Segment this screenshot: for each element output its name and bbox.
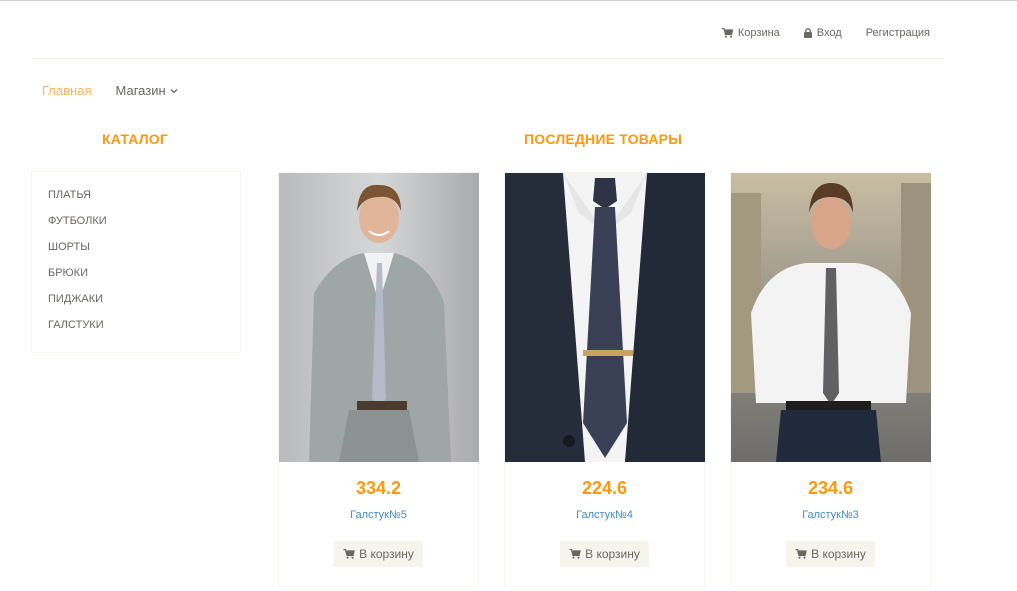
product-price: 234.6	[807, 478, 854, 498]
nav-item-home-label: Главная	[42, 83, 92, 98]
shopping-cart-icon	[343, 549, 355, 559]
catalog-item-ties[interactable]: ГАЛСТУКИ	[48, 318, 240, 344]
catalog-item-shorts[interactable]: ШОРТЫ	[48, 240, 240, 266]
chevron-down-icon	[170, 88, 178, 93]
product-image[interactable]	[731, 173, 931, 462]
product-card: 234.6 Галстук№3 В корзину	[730, 172, 931, 587]
nav-item-home[interactable]: Главная	[42, 83, 91, 98]
cart-link[interactable]: Корзина	[721, 27, 780, 39]
catalog-title: КАТАЛОГ	[102, 131, 168, 147]
main-nav: Главная Магазин	[42, 83, 178, 98]
shopping-cart-icon	[569, 549, 581, 559]
product-image[interactable]	[279, 173, 479, 462]
add-to-cart-label: В корзину	[359, 547, 414, 561]
product-image[interactable]	[505, 173, 705, 462]
lock-icon	[803, 28, 812, 38]
add-to-cart-button[interactable]: В корзину	[334, 541, 423, 567]
header-top: Корзина Вход Регистрация	[32, 1, 944, 59]
nav-item-shop[interactable]: Магазин	[115, 83, 178, 98]
catalog-item-dresses[interactable]: ПЛАТЬЯ	[48, 188, 240, 214]
product-price: 224.6	[581, 478, 628, 498]
shopping-cart-icon	[721, 28, 733, 38]
catalog-item-tshirts[interactable]: ФУТБОЛКИ	[48, 214, 240, 240]
account-links: Корзина Вход Регистрация	[721, 27, 930, 39]
product-price: 334.2	[355, 478, 402, 498]
add-to-cart-button[interactable]: В корзину	[786, 541, 875, 567]
register-link-label: Регистрация	[865, 27, 930, 39]
add-to-cart-label: В корзину	[585, 547, 640, 561]
register-link[interactable]: Регистрация	[866, 27, 930, 39]
product-name-link[interactable]: Галстук№5	[279, 509, 478, 521]
latest-products-title: ПОСЛЕДНИЕ ТОВАРЫ	[524, 131, 683, 147]
cart-link-label: Корзина	[737, 27, 780, 39]
catalog-item-jackets[interactable]: ПИДЖАКИ	[48, 292, 240, 318]
shopping-cart-icon	[795, 549, 807, 559]
nav-item-shop-label: Магазин	[115, 83, 166, 98]
add-to-cart-button[interactable]: В корзину	[560, 541, 649, 567]
product-name-link[interactable]: Галстук№4	[505, 509, 704, 521]
add-to-cart-label: В корзину	[811, 547, 866, 561]
login-link[interactable]: Вход	[803, 27, 842, 39]
product-card: 224.6 Галстук№4 В корзину	[504, 172, 705, 587]
catalog-sidebar: ПЛАТЬЯ ФУТБОЛКИ ШОРТЫ БРЮКИ ПИДЖАКИ ГАЛС…	[31, 171, 241, 353]
product-name-link[interactable]: Галстук№3	[731, 509, 930, 521]
product-card: 334.2 Галстук№5 В корзину	[278, 172, 479, 587]
login-link-label: Вход	[816, 27, 842, 39]
catalog-item-trousers[interactable]: БРЮКИ	[48, 266, 240, 292]
